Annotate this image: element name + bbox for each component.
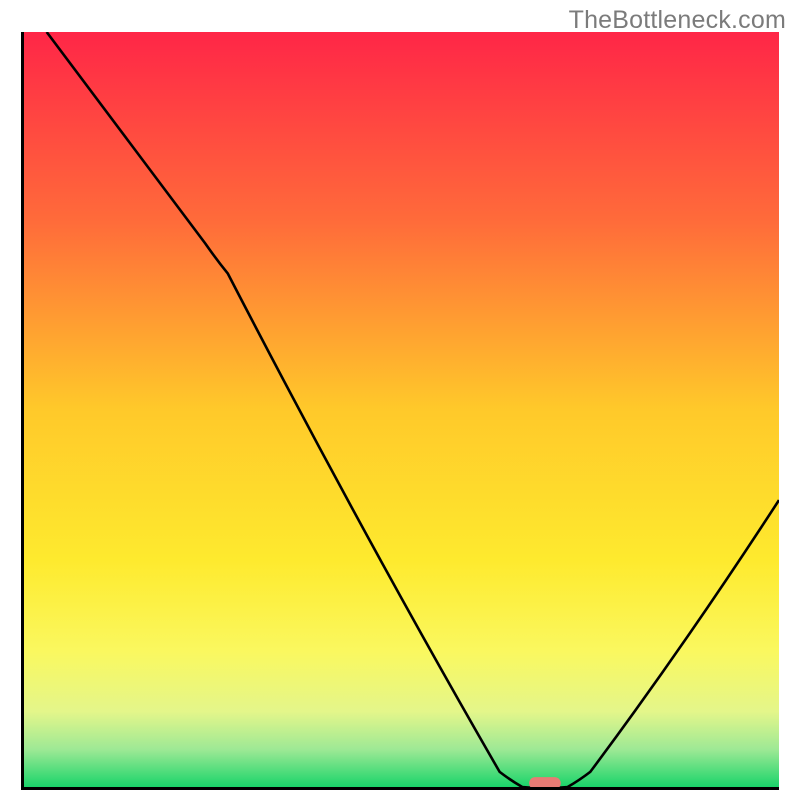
- watermark-text: TheBottleneck.com: [569, 6, 786, 35]
- chart-svg: [24, 32, 779, 787]
- chart-frame: TheBottleneck.com: [0, 0, 800, 800]
- optimal-marker: [529, 777, 561, 787]
- plot-area: [24, 32, 779, 787]
- gradient-background: [24, 32, 779, 787]
